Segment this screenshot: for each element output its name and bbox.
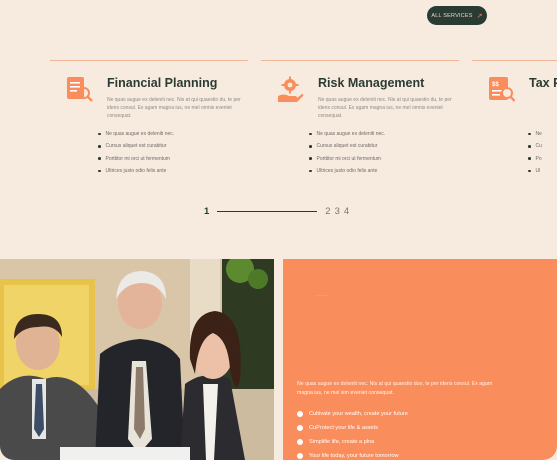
service-description: Ne quas augue ex deleniti nec. Nis at qu… [318, 97, 452, 119]
carousel-pagination: 1 2 3 4 [204, 204, 353, 218]
document-magnifier-icon [67, 77, 93, 102]
list-item: Cursus aliquet est curabitur [309, 140, 385, 152]
service-bullet-list: Ne quas augue ex deleniti nec. Cursus al… [309, 128, 385, 177]
card-divider [472, 60, 557, 61]
bullet-dot-icon [528, 132, 531, 136]
bullet-text: Cursus aliquet est curabitur [316, 143, 378, 150]
promo-item: Cultivate your wealth, create your futur… [309, 411, 408, 417]
all-services-button[interactable]: ALL SERVICES ↗ [427, 6, 487, 25]
svg-text:$$: $$ [492, 82, 499, 88]
service-bullet-list: Ne quas augue ex deleniti nec. Cursus al… [98, 128, 174, 177]
bullet-dot-icon [98, 145, 101, 148]
promo-panel: —— Ne quas augue ex deleniti nec. Nis at… [283, 259, 557, 460]
bullet-dot-icon [309, 157, 312, 160]
bullet-dot-icon [297, 453, 303, 459]
faded-heading: —— [315, 292, 329, 299]
bullet-text: Ne quas augue ex deleniti nec. [316, 131, 386, 138]
bullet-text: Ultrices justo odio felis ante [316, 168, 378, 175]
promo-list: Cultivate your wealth, create your futur… [297, 407, 408, 460]
list-item: Ne quas augue ex deleniti nec. [309, 128, 385, 140]
bullet-dot-icon [528, 145, 531, 148]
all-services-label: ALL SERVICES [431, 12, 473, 19]
team-photo-illustration [0, 259, 274, 460]
bullet-dot-icon [297, 411, 303, 417]
card-divider [50, 60, 248, 61]
bullet-text: Cursus aliquet est curabitur [105, 143, 167, 150]
bullet-dot-icon [98, 132, 101, 136]
bullet-dot-icon [309, 169, 312, 173]
promo-item: Simplifie life, create a plna [309, 439, 375, 445]
list-item: Cursus aliquet est curabitur [98, 140, 174, 152]
page-link-2[interactable]: 2 [325, 206, 330, 217]
service-card-financial-planning[interactable]: Financial Planning Ne quas augue ex dele… [50, 60, 248, 174]
services-page: ALL SERVICES ↗ Financial Planning Ne qua… [0, 0, 557, 460]
service-card-risk-management[interactable]: Risk Management Ne quas augue ex delenit… [261, 60, 459, 174]
bullet-dot-icon [98, 169, 101, 173]
gear-hand-icon [278, 76, 304, 102]
service-bullet-list: Ne Cu Po Ul [528, 128, 542, 177]
bullet-dot-icon [528, 169, 531, 173]
promo-item: CuProtect your life & assets [309, 425, 379, 431]
bullet-text: Ul [535, 168, 541, 175]
list-item: Cu [528, 140, 542, 152]
tax-document-icon: $$ [489, 77, 516, 102]
list-item: Simplifie life, create a plna [297, 435, 408, 449]
list-item: Porttitor mi orci ut fermentum [98, 153, 174, 165]
page-current[interactable]: 1 [204, 206, 209, 217]
bullet-text: Ne quas augue ex deleniti nec. [105, 131, 175, 138]
service-title: Risk Management [318, 76, 425, 90]
service-title: Tax P [529, 76, 557, 90]
card-divider [261, 60, 459, 61]
bullet-text: Po [535, 155, 542, 162]
bullet-dot-icon [528, 157, 531, 160]
bullet-text: Ne [535, 131, 542, 138]
list-item: Po [528, 153, 542, 165]
pagination-progress-line [217, 210, 318, 212]
list-item: CuProtect your life & assets [297, 421, 408, 435]
promo-item: Your life today, your future tomorrow [309, 453, 399, 459]
bullet-text: Cu [535, 143, 542, 150]
list-item: Ne [528, 128, 542, 140]
service-description: Ne quas augue ex deleniti nec. Nis at qu… [107, 97, 241, 119]
bullet-text: Ultrices justo odio felis ante [105, 168, 167, 175]
bullet-dot-icon [98, 157, 101, 160]
bullet-text: Porttitor mi orci ut fermentum [316, 155, 381, 162]
list-item: Ul [528, 165, 542, 177]
list-item: Ultrices justo odio felis ante [98, 165, 174, 177]
service-title: Financial Planning [107, 76, 218, 90]
bullet-text: Porttitor mi orci ut fermentum [105, 155, 170, 162]
bullet-dot-icon [297, 439, 303, 445]
bullet-dot-icon [309, 132, 312, 136]
bullet-dot-icon [309, 145, 312, 148]
arrow-up-right-icon: ↗ [476, 12, 483, 20]
list-item: Your life today, your future tomorrow [297, 449, 408, 460]
page-link-3[interactable]: 3 [335, 206, 340, 217]
list-item: Cultivate your wealth, create your futur… [297, 407, 408, 421]
page-link-4[interactable]: 4 [344, 206, 349, 217]
bullet-dot-icon [297, 425, 303, 431]
team-photo [0, 259, 274, 460]
list-item: Porttitor mi orci ut fermentum [309, 153, 385, 165]
service-card-tax-planning[interactable]: $$ Tax P Ne Cu Po Ul [472, 60, 557, 174]
promo-paragraph: Ne quas augue ex deleniti nec. Nis at qu… [297, 381, 493, 396]
list-item: Ultrices justo odio felis ante [309, 165, 385, 177]
list-item: Ne quas augue ex deleniti nec. [98, 128, 174, 140]
